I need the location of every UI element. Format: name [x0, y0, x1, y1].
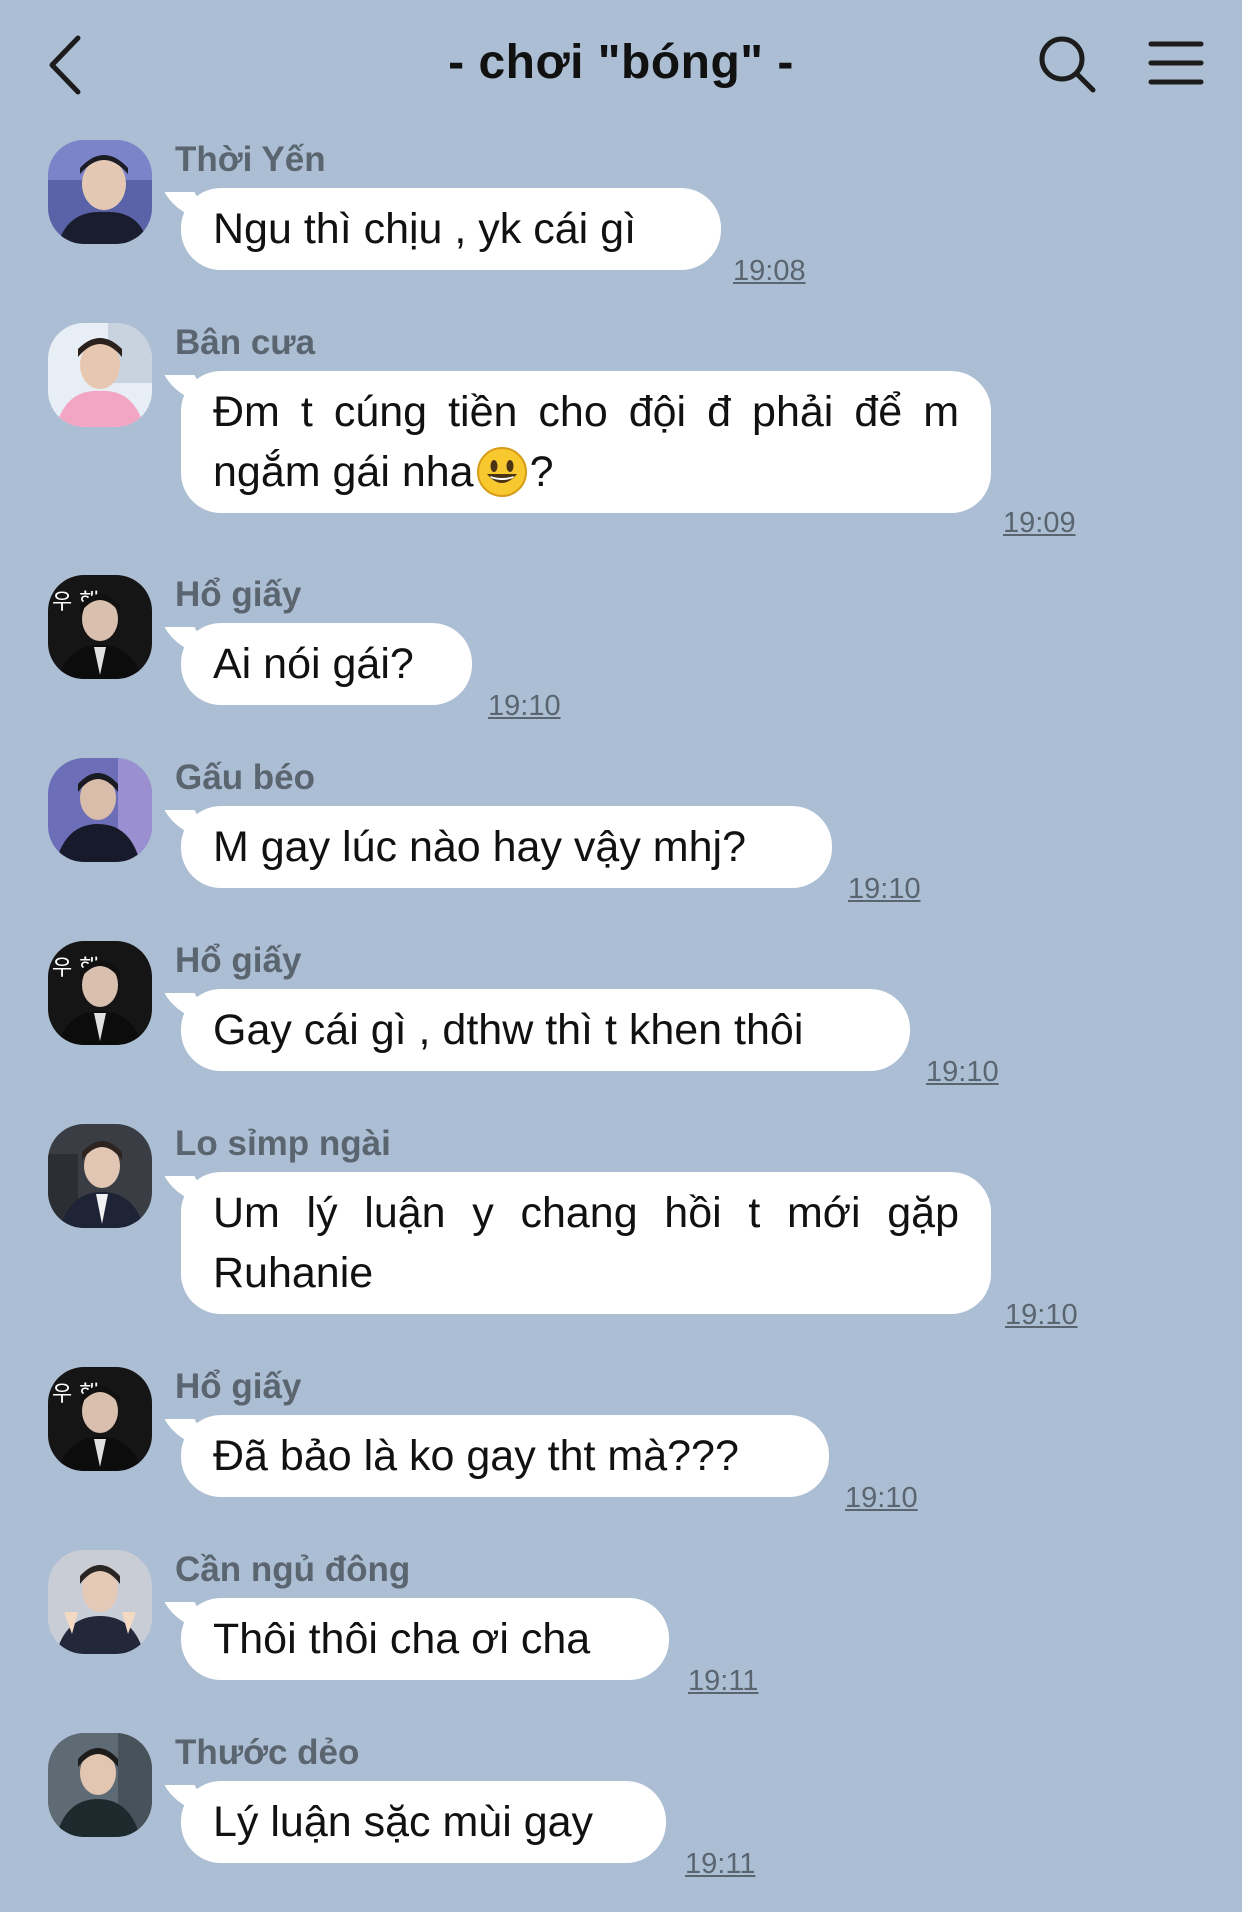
avatar[interactable]: [48, 140, 152, 244]
message-text: Ai nói gái?: [213, 640, 414, 688]
message-bubble[interactable]: Thôi thôi cha ơi cha: [181, 1598, 669, 1680]
chat-header: - chơi "bóng" -: [0, 0, 1242, 130]
sender-name: Cần ngủ đông: [175, 1550, 411, 1589]
avatar[interactable]: 우 행: [48, 941, 152, 1045]
message-bubble[interactable]: Ai nói gái?: [181, 623, 472, 705]
message-time: 19:10: [488, 690, 561, 722]
avatar[interactable]: [48, 758, 152, 862]
message-text: Đm t cúng tiền cho đội đ phải để m ngắm …: [213, 382, 959, 502]
sender-name: Hổ giấy: [175, 575, 302, 614]
message-text-line2-end: ?: [529, 448, 554, 496]
sender-name: Hổ giấy: [175, 941, 302, 980]
message-text: Đã bảo là ko gay tht mà???: [213, 1432, 739, 1480]
menu-button[interactable]: [1148, 38, 1204, 88]
message-text: Ngu thì chịu , yk cái gì: [213, 205, 637, 253]
search-button[interactable]: [1036, 33, 1098, 95]
message-bubble[interactable]: Đm t cúng tiền cho đội đ phải để m ngắm …: [181, 371, 991, 513]
sender-name: Hổ giấy: [175, 1367, 302, 1406]
sender-name: Thời Yến: [175, 140, 326, 179]
sender-name: Lo sỉmp ngài: [175, 1124, 391, 1163]
message-time: 19:10: [926, 1056, 999, 1088]
avatar[interactable]: 우 행: [48, 575, 152, 679]
message-time: 19:11: [685, 1848, 756, 1880]
message-bubble[interactable]: Lý luận sặc mùi gay: [181, 1781, 666, 1863]
avatar[interactable]: [48, 1733, 152, 1837]
avatar[interactable]: 우 행: [48, 1367, 152, 1471]
message-bubble[interactable]: Ngu thì chịu , yk cái gì: [181, 188, 721, 270]
message-text: Gay cái gì , dthw thì t khen thôi: [213, 1006, 804, 1054]
avatar[interactable]: [48, 1124, 152, 1228]
message-text: Thôi thôi cha ơi cha: [213, 1615, 591, 1663]
message-text: Lý luận sặc mùi gay: [213, 1798, 594, 1846]
message-text: Um lý luận y chang hồi t mới gặp Ruhanie: [213, 1189, 959, 1297]
message-text: M gay lúc nào hay vậy mhj?: [213, 823, 746, 871]
sender-name: Gấu béo: [175, 758, 316, 797]
hamburger-menu-icon: [1148, 41, 1204, 85]
message-time: 19:10: [1005, 1299, 1078, 1331]
message-bubble[interactable]: M gay lúc nào hay vậy mhj?: [181, 806, 832, 888]
message-time: 19:08: [733, 255, 806, 287]
avatar[interactable]: [48, 323, 152, 427]
message-bubble[interactable]: Gay cái gì , dthw thì t khen thôi: [181, 989, 910, 1071]
sender-name: Thước dẻo: [175, 1733, 360, 1772]
message-time: 19:10: [848, 873, 921, 905]
grinning-face-emoji-icon: [476, 447, 527, 497]
message-time: 19:10: [845, 1482, 918, 1514]
message-time: 19:11: [688, 1665, 759, 1697]
message-bubble[interactable]: Đã bảo là ko gay tht mà???: [181, 1415, 829, 1497]
message-time: 19:09: [1003, 507, 1076, 539]
avatar[interactable]: [48, 1550, 152, 1654]
sender-name: Bân cưa: [175, 323, 316, 362]
message-text-line1: Đm t cúng tiền cho đội đ phải để: [213, 388, 903, 436]
message-bubble[interactable]: Um lý luận y chang hồi t mới gặp Ruhanie: [181, 1172, 991, 1314]
search-icon: [1039, 36, 1096, 93]
